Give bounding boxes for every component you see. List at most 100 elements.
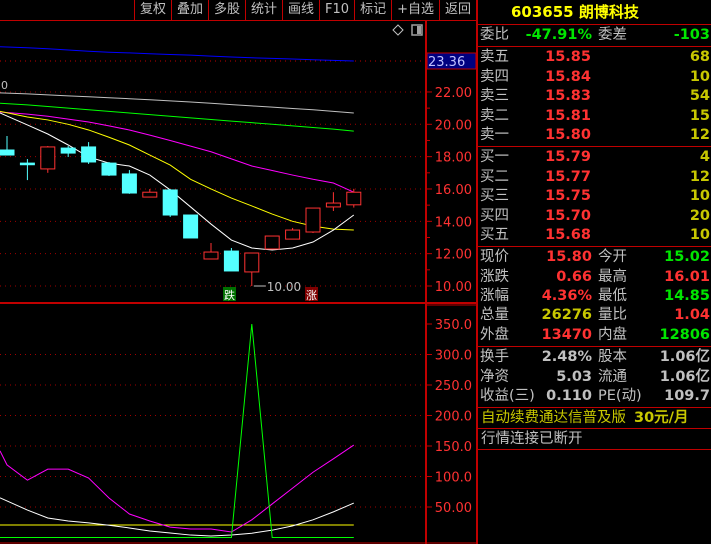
indicator-axis-label: 200.0 — [435, 410, 472, 425]
stat-label: 最低 — [598, 288, 627, 305]
level-volume: 54 — [689, 88, 710, 105]
candle-body — [60, 147, 76, 154]
stat-label: 最高 — [598, 268, 627, 285]
ad-price: 30元/月 — [634, 410, 689, 427]
candle-body — [223, 250, 239, 272]
level-price: 15.68 — [545, 226, 591, 243]
weibi-label: 委比 — [480, 27, 509, 43]
fundamental-label: PE(动) — [598, 388, 642, 405]
buy-row: 买三 15.75 10 — [478, 187, 711, 206]
fundamental-value: 109.7 — [664, 388, 710, 405]
stat-row: 涨幅 4.36% 最低 14.85 — [478, 287, 711, 306]
level-volume: 4 — [699, 149, 710, 166]
level-label: 卖四 — [480, 68, 509, 85]
level-label: 买一 — [480, 149, 509, 166]
price-axis-label: 10.00 — [435, 280, 472, 295]
fundamental-label: 换手 — [480, 349, 509, 366]
indicator-line-white — [0, 497, 354, 537]
stat-label: 总量 — [480, 307, 509, 324]
candle-body — [40, 146, 56, 170]
level-price: 15.80 — [545, 126, 591, 143]
buy-row: 买五 15.68 10 — [478, 226, 711, 245]
quote-panel: 603655 朗博科技 委比 -47.91% 委差 -103 卖五 15.85 68 卖四 1… — [476, 0, 711, 544]
buy-row: 买四 15.70 20 — [478, 207, 711, 226]
level-label: 买五 — [480, 226, 509, 243]
stat-row: 现价 15.80 今开 15.02 — [478, 248, 711, 267]
fundamental-value: 0.110 — [546, 388, 592, 405]
stat-label: 内盘 — [598, 326, 627, 343]
candle-body — [264, 235, 280, 250]
buy-row: 买二 15.77 12 — [478, 168, 711, 187]
current-price-label: 23.36 — [428, 55, 465, 70]
subscription-ad[interactable]: 自动续费通达信普及版 30元/月 — [478, 408, 711, 430]
level-label: 卖五 — [480, 49, 509, 66]
stat-label: 现价 — [480, 249, 509, 266]
level-volume: 10 — [689, 68, 710, 85]
candle-body — [121, 173, 137, 194]
stat-row: 外盘 13470 内盘 12806 — [478, 326, 711, 345]
toolbar: 复权 叠加 多股 统计 画线 F10 标记 +自选 返回 — [0, 0, 476, 21]
level-price: 15.70 — [545, 207, 591, 224]
stat-label: 涨幅 — [480, 288, 509, 305]
candle-body — [0, 149, 15, 156]
fundamental-value: 2.48% — [541, 349, 592, 366]
indicator-axis-label: 250.0 — [435, 379, 472, 394]
buy-orders: 买一 15.79 4 买二 15.77 12 买三 15.75 10 买四 15.70 20 买五 15.… — [478, 147, 711, 248]
stat-value: 12806 — [659, 326, 710, 343]
level-volume: 12 — [689, 126, 710, 143]
price-axis-label: 12.00 — [435, 248, 472, 263]
level-volume: 10 — [689, 188, 710, 205]
stock-title: 603655 朗博科技 — [478, 0, 711, 25]
indicator-axis-label: 150.0 — [435, 440, 472, 455]
toolbar-button[interactable]: +自选 — [391, 0, 439, 20]
toolbar-button[interactable]: 叠加 — [170, 0, 208, 20]
weibi-value: -47.91% — [525, 27, 592, 43]
stat-value: 16.01 — [664, 268, 710, 285]
stat-value: 0.66 — [556, 268, 592, 285]
indicator-axis-label: 50.00 — [435, 501, 472, 516]
toolbar-button[interactable]: 统计 — [245, 0, 282, 20]
moving-average-line-ma5 — [0, 92, 354, 114]
down-badge-text: 跌 — [224, 288, 235, 302]
candle-body — [346, 191, 362, 206]
level-volume: 68 — [689, 49, 710, 66]
price-axis-label: 14.00 — [435, 215, 472, 230]
level-label: 卖三 — [480, 88, 509, 105]
indicator-axis-label: 100.0 — [435, 471, 472, 486]
toolbar-button[interactable]: 画线 — [282, 0, 319, 20]
candle-body — [19, 162, 35, 166]
toolbar-button[interactable]: F10 — [319, 0, 354, 20]
diamond-icon[interactable] — [392, 24, 404, 36]
up-badge-text: 涨 — [306, 289, 317, 302]
sell-row: 卖三 15.83 54 — [478, 87, 711, 106]
stock-name: 朗博科技 — [578, 3, 639, 21]
stat-value: 14.85 — [664, 288, 710, 305]
moving-average-line-ma1 — [0, 112, 355, 251]
price-stats: 现价 15.80 今开 15.02 涨跌 0.66 最高 16.01 涨幅 4.36% 最低 14.8… — [478, 247, 711, 348]
weibi-section: 委比 -47.91% 委差 -103 — [478, 25, 711, 48]
kline-chart[interactable]: 22.00 20.00 18.00 16.00 14.00 12.00 10.00 23.36… — [0, 21, 476, 544]
candle-body — [285, 229, 301, 240]
level-volume: 10 — [689, 226, 710, 243]
fundamental-label: 收益(三) — [480, 388, 535, 405]
fundamental-label: 流通 — [598, 368, 627, 385]
moving-average-line-ma6 — [0, 46, 354, 62]
fundamental-label: 净资 — [480, 368, 509, 385]
candle-body — [81, 146, 97, 163]
level-price: 15.85 — [545, 49, 591, 66]
level-label: 卖一 — [480, 126, 509, 143]
toolbar-button[interactable]: 复权 — [133, 0, 171, 20]
toolbar-button[interactable]: 多股 — [207, 0, 245, 20]
fundamental-label: 股本 — [598, 349, 627, 366]
ad-text: 自动续费通达信普及版 — [481, 410, 626, 427]
sell-row: 卖二 15.81 15 — [478, 107, 711, 126]
indicator-axis-label: 350.0 — [435, 318, 472, 333]
toolbar-button[interactable]: 标记 — [354, 0, 391, 20]
weicha-label: 委差 — [598, 27, 627, 43]
level-price: 15.81 — [545, 107, 591, 124]
toolbar-button[interactable]: 返回 — [438, 0, 476, 20]
stat-value: 26276 — [541, 307, 592, 324]
fundamental-value: 1.06亿 — [659, 349, 710, 366]
fundamental-value: 5.03 — [556, 368, 592, 385]
weicha-value: -103 — [673, 27, 710, 43]
